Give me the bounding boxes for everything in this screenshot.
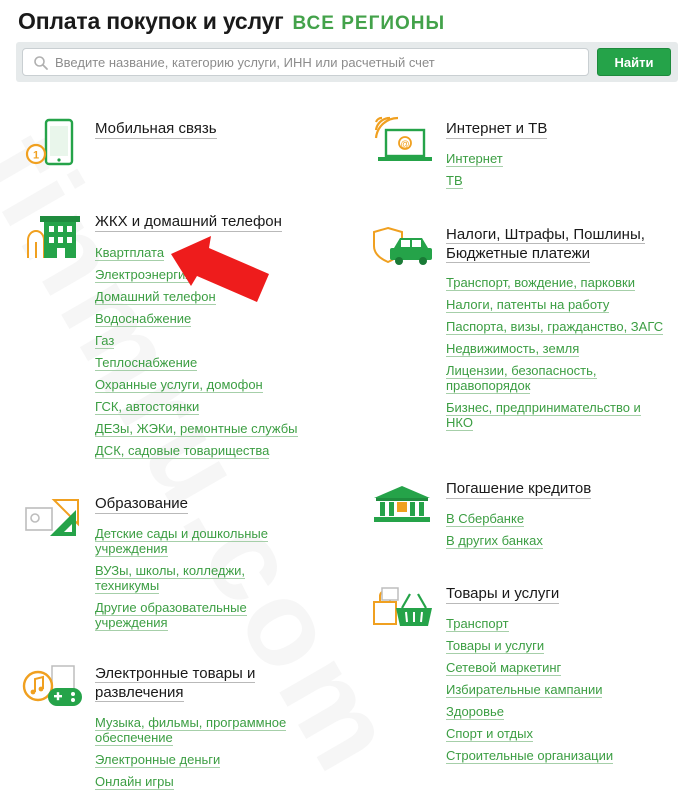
internet-link-tv[interactable]: ТВ [446,173,676,189]
housing-link-garage[interactable]: ГСК, автостоянки [95,399,335,415]
red-arrow-annotation [171,236,269,302]
goods-link-goods-services[interactable]: Товары и услуги [446,638,666,654]
page-header: Оплата покупок и услуг ВСЕ РЕГИОНЫ [18,8,445,40]
credits-link-sberbank[interactable]: В Сбербанке [446,511,646,527]
category-entertainment-title-text: Электронные товары и развлечения [95,665,256,702]
goods-link-construction[interactable]: Строительные организации [446,748,666,764]
category-taxes-title-text: Налоги, Штрафы, Пошлины, Бюджетные плате… [446,226,645,263]
category-goods-title[interactable]: Товары и услуги [446,584,560,604]
education-links: Детские сады и дошкольные учреждения ВУЗ… [95,526,295,637]
internet-link-internet[interactable]: Интернет [446,151,676,167]
education-link-kindergartens[interactable]: Детские сады и дошкольные учреждения [95,526,295,557]
category-entertainment-title[interactable]: Электронные товары и развлечения [95,664,295,702]
goods-link-elections[interactable]: Избирательные кампании [446,682,666,698]
bank-icon [374,486,430,522]
taxes-link-transport[interactable]: Транспорт, вождение, парковки [446,275,671,291]
svg-text:1: 1 [33,150,39,162]
taxes-link-business[interactable]: Бизнес, предпринимательство и НКО [446,400,671,431]
search-field[interactable] [22,48,589,76]
taxes-links: Транспорт, вождение, парковки Налоги, па… [446,275,671,437]
credits-links: В Сбербанке В других банках [446,511,646,555]
all-regions-link[interactable]: ВСЕ РЕГИОНЫ [293,13,446,35]
housing-link-gas[interactable]: Газ [95,333,335,349]
housing-link-repair[interactable]: ДЕЗы, ЖЭКи, ремонтные службы [95,421,335,437]
education-link-other[interactable]: Другие образовательные учреждения [95,600,295,631]
internet-links: Интернет ТВ [446,151,676,195]
search-input[interactable] [55,49,580,75]
ruler-triangle-icon [25,499,79,536]
education-link-universities[interactable]: ВУЗы, школы, колледжи, техникумы [95,563,295,594]
shopping-basket-icon [373,587,432,626]
taxes-link-passports[interactable]: Паспорта, визы, гражданство, ЗАГС [446,319,671,335]
goods-links: Транспорт Товары и услуги Сетевой маркет… [446,616,666,770]
mobile-phone-icon: 1 [25,118,74,166]
category-education-title[interactable]: Образование [95,494,188,514]
housing-link-garden[interactable]: ДСК, садовые товарищества [95,443,335,459]
category-mobile-title[interactable]: Мобильная связь [95,119,217,139]
taxes-link-licenses[interactable]: Лицензии, безопасность, правопорядок [446,363,671,394]
building-icon [27,216,80,258]
goods-link-transport[interactable]: Транспорт [446,616,666,632]
car-shield-icon [373,226,432,265]
search-bar: Найти [16,42,678,82]
entertainment-links: Музыка, фильмы, программное обеспечение … [95,715,315,796]
entertainment-link-emoney[interactable]: Электронные деньги [95,752,315,768]
gamepad-music-icon [22,665,82,706]
page-title: Оплата покупок и услуг [18,8,284,34]
entertainment-link-media[interactable]: Музыка, фильмы, программное обеспечение [95,715,315,746]
entertainment-link-online-games[interactable]: Онлайн игры [95,774,315,790]
category-housing-title[interactable]: ЖКХ и домашний телефон [95,212,282,232]
category-taxes-title[interactable]: Налоги, Штрафы, Пошлины, Бюджетные плате… [446,225,666,263]
laptop-wifi-icon: @ [374,116,432,161]
taxes-link-property[interactable]: Недвижимость, земля [446,341,671,357]
search-button[interactable]: Найти [597,48,671,76]
svg-text:@: @ [400,139,409,149]
housing-link-water[interactable]: Водоснабжение [95,311,335,327]
category-internet-title[interactable]: Интернет и ТВ [446,119,548,139]
goods-link-sport[interactable]: Спорт и отдых [446,726,666,742]
search-icon [34,56,48,70]
credits-link-other-banks[interactable]: В других банках [446,533,646,549]
goods-link-network-marketing[interactable]: Сетевой маркетинг [446,660,666,676]
goods-link-health[interactable]: Здоровье [446,704,666,720]
taxes-link-taxes[interactable]: Налоги, патенты на работу [446,297,671,313]
housing-link-security[interactable]: Охранные услуги, домофон [95,377,335,393]
category-credits-title[interactable]: Погашение кредитов [446,479,592,499]
housing-link-heating[interactable]: Теплоснабжение [95,355,335,371]
